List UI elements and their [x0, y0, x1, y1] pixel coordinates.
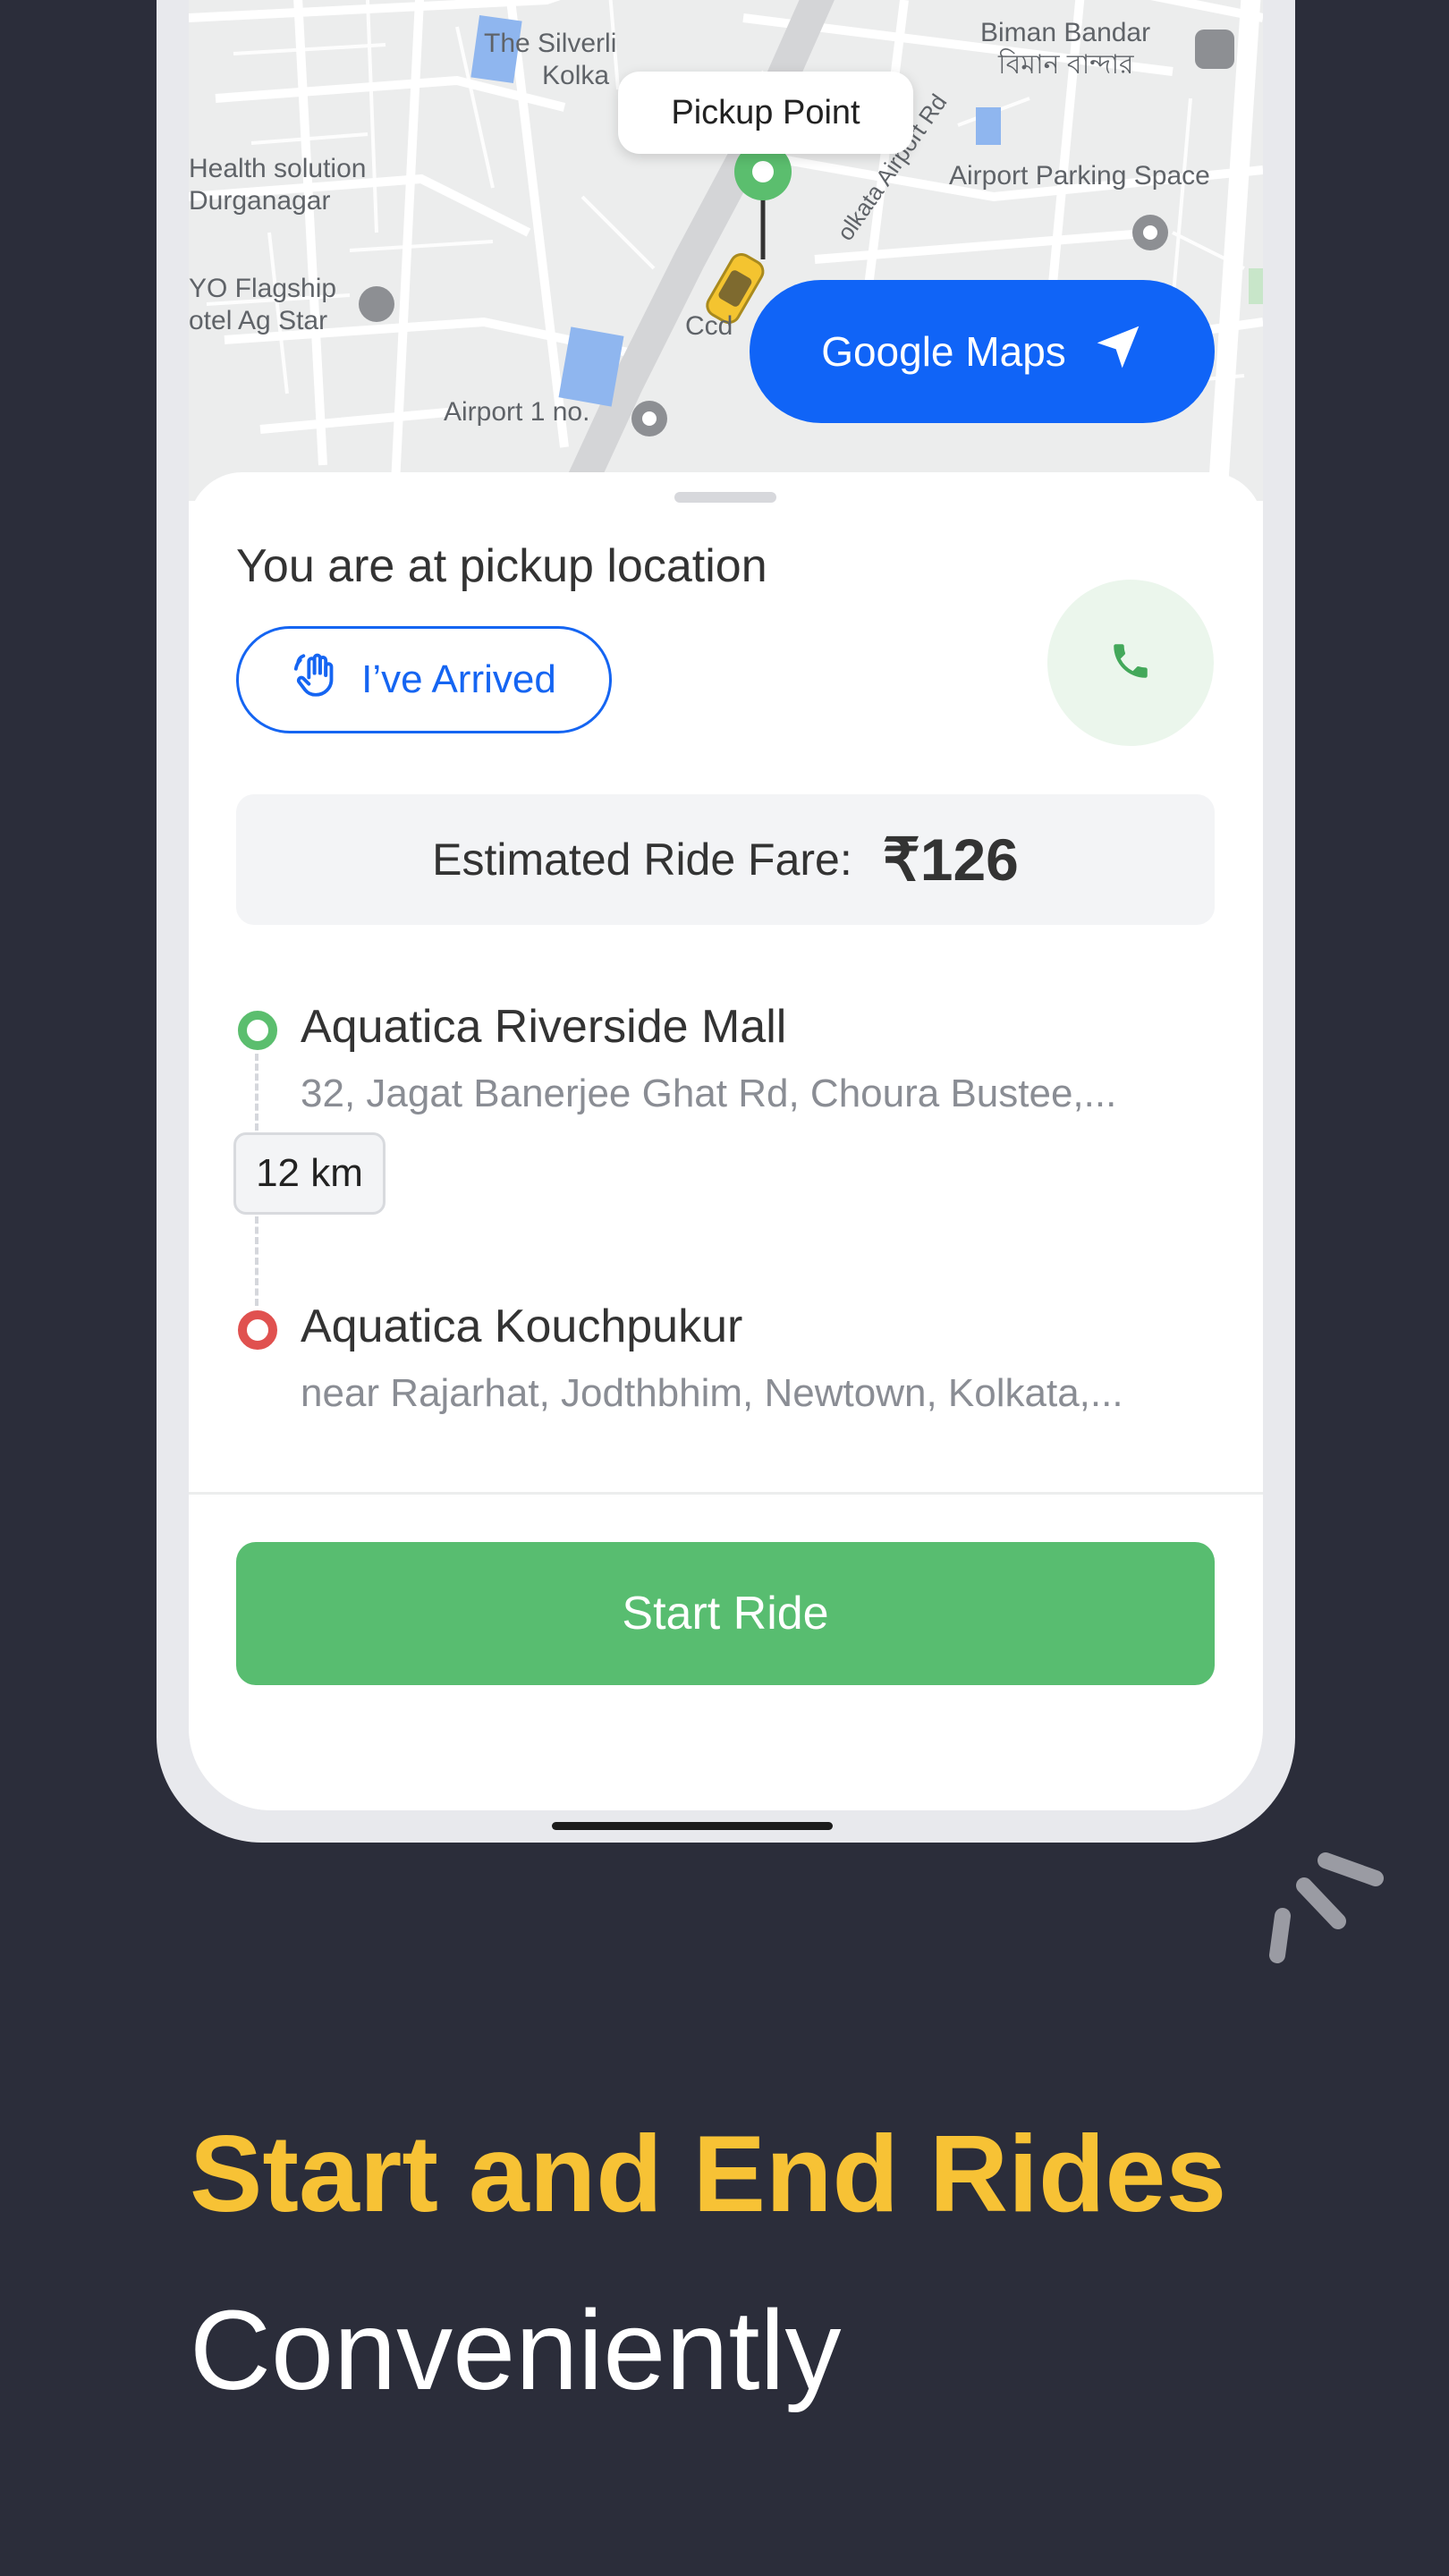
distance-chip: 12 km	[233, 1132, 386, 1215]
map-view[interactable]: The Silverli Kolka Biman Bandar বিমান বা…	[189, 0, 1263, 501]
map-place-label: Health solution	[189, 154, 367, 183]
map-place-label: otel Ag Star	[189, 306, 328, 335]
pickup-stop-marker	[238, 1011, 277, 1050]
sparkle-decoration	[1269, 1852, 1384, 1963]
drop-stop-address: near Rajarhat, Jodthbhim, Newtown, Kolka…	[301, 1371, 1123, 1415]
map-place-label: Durganagar	[189, 186, 331, 216]
map-place-label: Kolka	[542, 61, 610, 90]
navigation-arrow-icon	[1093, 322, 1143, 382]
fare-value: ₹126	[882, 826, 1019, 893]
promo-headline: Start and End Rides	[190, 2113, 1227, 2234]
pickup-stop-name: Aquatica Riverside Mall	[301, 1001, 787, 1053]
map-place-label: বিমান বান্দার	[998, 50, 1134, 80]
drop-stop-marker	[238, 1310, 277, 1350]
start-ride-button[interactable]: Start Ride	[236, 1542, 1215, 1685]
phone-screen: The Silverli Kolka Biman Bandar বিমান বা…	[189, 0, 1263, 1810]
map-place-label: Airport 1 no.	[444, 397, 590, 427]
map-place-label: Biman Bandar	[980, 18, 1151, 47]
sheet-drag-handle[interactable]	[674, 492, 776, 503]
fare-estimate-box: Estimated Ride Fare: ₹126	[236, 794, 1215, 925]
map-place-label: The Silverli	[484, 29, 617, 58]
route-connector	[255, 1216, 258, 1306]
ride-bottom-sheet: You are at pickup location I’ve Arrived	[189, 472, 1263, 1810]
map-place-label: Ccd	[685, 311, 733, 341]
pickup-point-tooltip: Pickup Point	[618, 72, 913, 154]
home-indicator	[552, 1822, 833, 1830]
route-connector	[255, 1054, 258, 1131]
google-maps-button[interactable]: Google Maps	[750, 280, 1215, 423]
call-button[interactable]	[1047, 580, 1214, 746]
map-place-label: YO Flagship	[189, 274, 337, 303]
pickup-status-title: You are at pickup location	[236, 540, 767, 592]
pickup-stop-address: 32, Jagat Banerjee Ghat Rd, Choura Buste…	[301, 1072, 1117, 1115]
google-maps-label: Google Maps	[821, 328, 1066, 375]
fare-label: Estimated Ride Fare:	[432, 835, 852, 885]
hand-wave-icon	[292, 649, 343, 711]
sheet-divider	[189, 1492, 1263, 1495]
phone-icon	[1108, 639, 1153, 687]
promo-subline: Conveniently	[190, 2287, 842, 2413]
drop-stop-name: Aquatica Kouchpukur	[301, 1301, 743, 1352]
phone-mockup: The Silverli Kolka Biman Bandar বিমান বা…	[157, 0, 1295, 1843]
map-place-label: Airport Parking Space	[949, 161, 1210, 191]
arrived-button[interactable]: I’ve Arrived	[236, 626, 612, 733]
arrived-label: I’ve Arrived	[361, 657, 556, 701]
